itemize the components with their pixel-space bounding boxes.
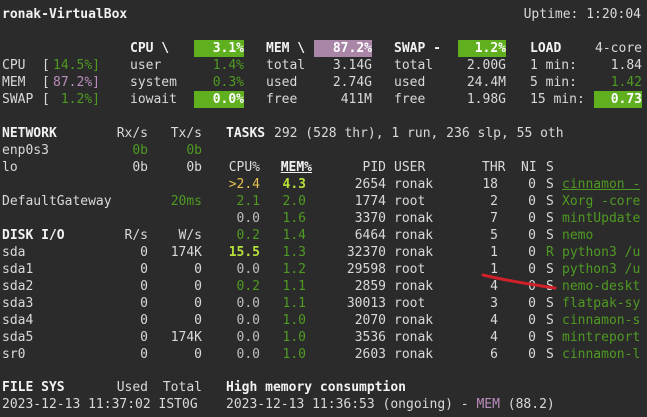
annotation-stroke <box>481 273 557 290</box>
terminal-window[interactable]: ronak-VirtualBox Uptime: 1:20:04 CPU [ 1… <box>0 0 647 417</box>
